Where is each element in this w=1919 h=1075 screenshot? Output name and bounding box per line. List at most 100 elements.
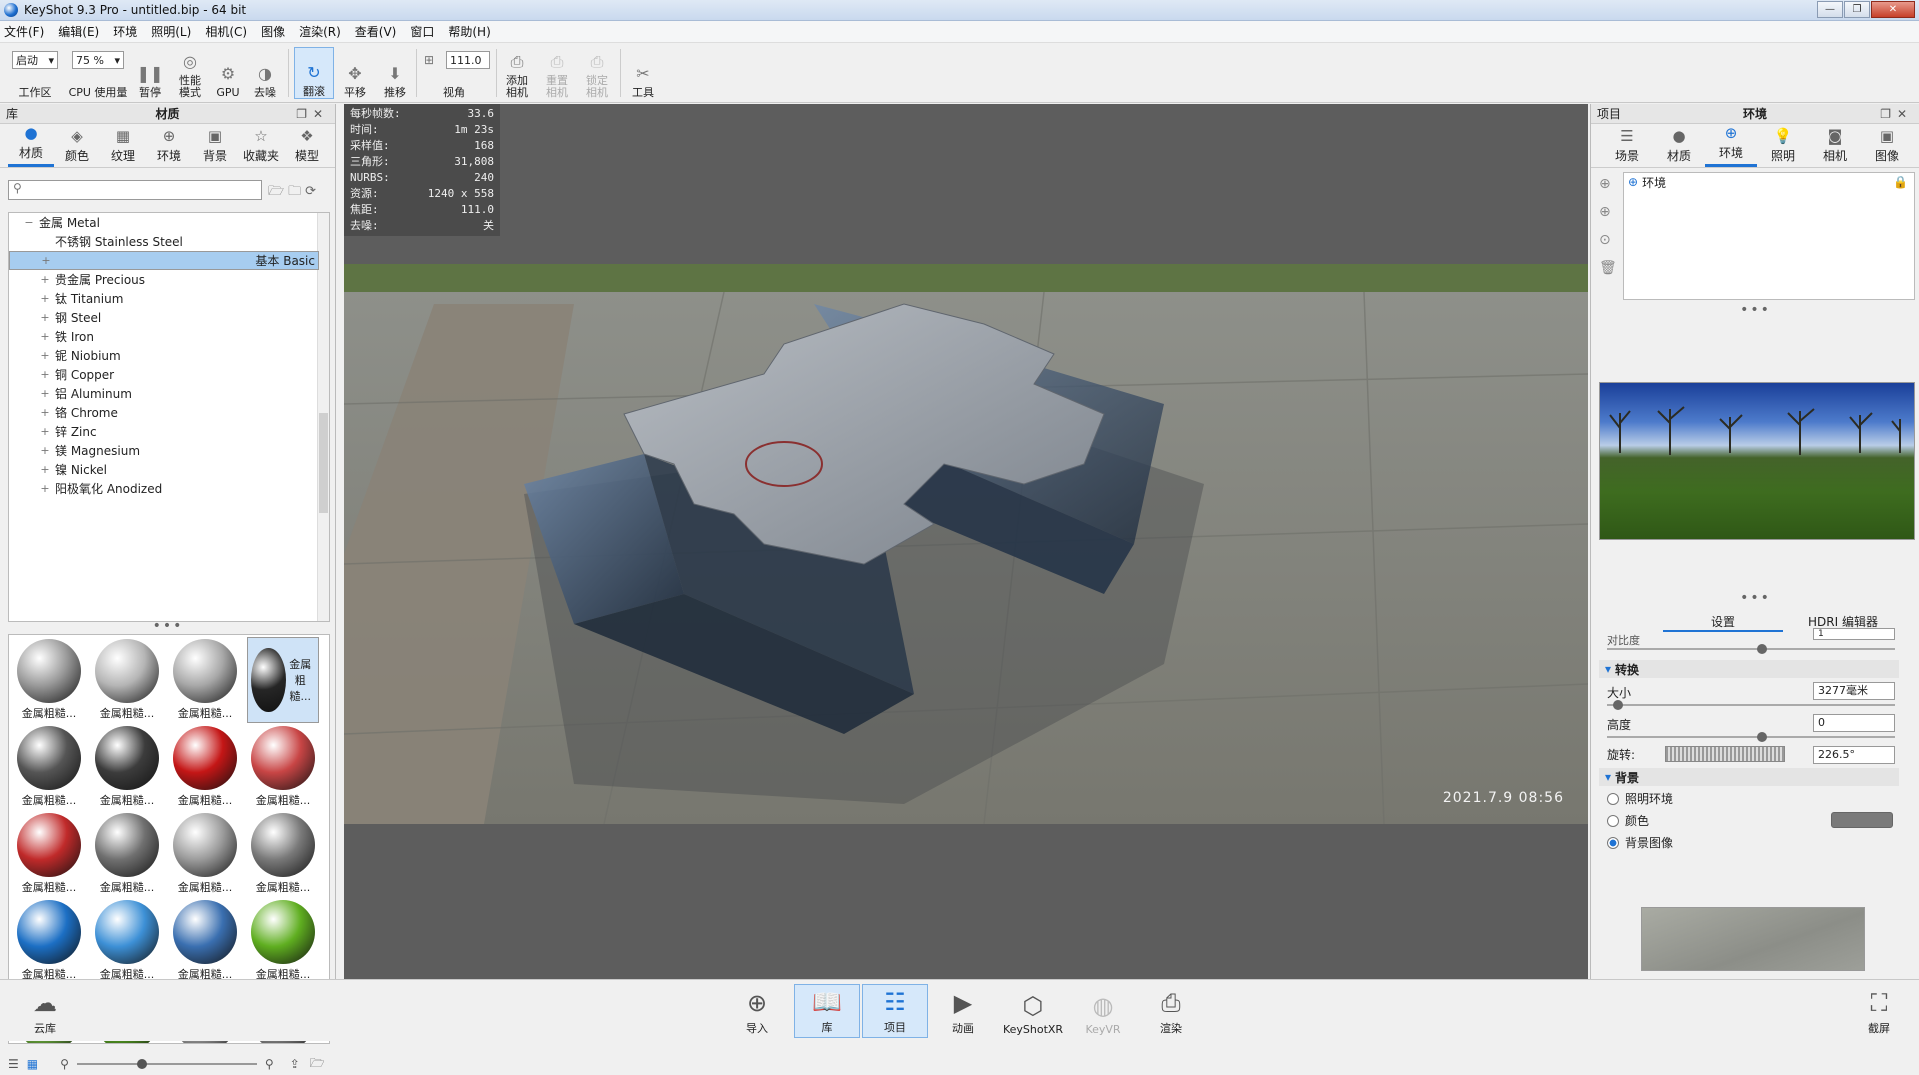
upload-icon[interactable]: ⇪ bbox=[290, 1057, 300, 1071]
expand-icon[interactable]: + bbox=[39, 330, 51, 343]
collapse-icon[interactable]: − bbox=[23, 216, 35, 229]
panel-float-close-icons[interactable]: ❐✕ bbox=[1880, 107, 1913, 121]
tumble-button[interactable]: ↻ 翻滚 bbox=[294, 47, 334, 99]
material-thumbnail[interactable]: 金属粗糙... bbox=[247, 724, 319, 810]
material-thumbnail[interactable]: 金属粗糙... bbox=[13, 898, 85, 984]
tree-item[interactable]: + 锌 Zinc bbox=[9, 422, 329, 441]
tools-button[interactable]: ✂ 工具 bbox=[626, 47, 660, 99]
grid-view-icon[interactable]: ▦ bbox=[27, 1057, 38, 1071]
tree-item[interactable]: + 基本 Basic bbox=[9, 251, 319, 270]
slider-knob[interactable] bbox=[1757, 732, 1767, 742]
folder-icon[interactable]: 🗁 bbox=[310, 1054, 325, 1075]
tab-lighting[interactable]: 💡 照明 bbox=[1757, 127, 1809, 167]
tab-models[interactable]: ❖ 模型 bbox=[284, 127, 330, 167]
library-search-input[interactable]: ⚲ bbox=[8, 180, 262, 200]
height-input[interactable]: 0 bbox=[1813, 714, 1895, 732]
menu-help[interactable]: 帮助(H) bbox=[448, 23, 490, 40]
lock-camera-button[interactable]: ⎙ 锁定 相机 bbox=[580, 47, 614, 99]
folder-icons[interactable]: 🗁🗀⟳ bbox=[268, 182, 320, 204]
material-thumbnail[interactable]: 金属粗糙... bbox=[91, 811, 163, 897]
rotation-input[interactable]: 226.5° bbox=[1813, 746, 1895, 764]
background-section-header[interactable]: ▾ 背景 bbox=[1599, 768, 1899, 786]
lock-icon[interactable]: 🔒 bbox=[1893, 175, 1908, 189]
library-toggle-button[interactable]: 📖 库 bbox=[794, 984, 860, 1038]
tree-item[interactable]: + 镁 Magnesium bbox=[9, 441, 329, 460]
material-thumbnail[interactable]: 金属粗糙... bbox=[169, 724, 241, 810]
tree-item[interactable]: − 金属 Metal bbox=[9, 213, 329, 232]
menu-image[interactable]: 图像 bbox=[261, 23, 285, 40]
expand-icon[interactable]: + bbox=[39, 482, 51, 495]
add-camera-button[interactable]: ⎙ 添加 相机 bbox=[500, 47, 534, 99]
size-input[interactable]: 3277毫米 bbox=[1813, 682, 1895, 700]
radio-backplate-image[interactable]: 背景图像 bbox=[1607, 834, 1673, 851]
radio-lighting-environment[interactable]: 照明环境 bbox=[1607, 790, 1673, 807]
hdri-preview[interactable] bbox=[1599, 382, 1915, 540]
menu-view[interactable]: 查看(V) bbox=[355, 23, 397, 40]
tab-camera[interactable]: ◙ 相机 bbox=[1809, 127, 1861, 167]
tree-item[interactable]: + 铜 Copper bbox=[9, 365, 329, 384]
render-button[interactable]: ⎙ 渲染 bbox=[1138, 984, 1204, 1038]
material-thumbnail[interactable]: 金属粗糙... bbox=[247, 898, 319, 984]
material-thumbnail[interactable]: 金属粗糙... bbox=[91, 637, 163, 723]
environment-list-item[interactable]: ⊕ 环境 🔒 bbox=[1624, 173, 1914, 191]
transform-section-header[interactable]: ▾ 转换 bbox=[1599, 660, 1899, 678]
material-thumbnail[interactable]: 金属粗糙... bbox=[91, 724, 163, 810]
reset-camera-button[interactable]: ⎙ 重置 相机 bbox=[540, 47, 574, 99]
menu-camera[interactable]: 相机(C) bbox=[205, 23, 247, 40]
expand-icon[interactable]: + bbox=[39, 311, 51, 324]
tree-item[interactable]: + 钛 Titanium bbox=[9, 289, 329, 308]
slider-knob[interactable] bbox=[1613, 700, 1623, 710]
expand-icon[interactable]: + bbox=[39, 387, 51, 400]
menu-render[interactable]: 渲染(R) bbox=[299, 23, 341, 40]
tab-material[interactable]: ● 材质 bbox=[1653, 127, 1705, 167]
expand-icon[interactable]: + bbox=[39, 425, 51, 438]
splitter-handle[interactable]: ••• bbox=[1591, 591, 1919, 605]
material-thumbnail[interactable]: 金属粗糙... bbox=[13, 637, 85, 723]
contrast-slider[interactable] bbox=[1607, 644, 1895, 654]
background-color-swatch[interactable] bbox=[1831, 812, 1893, 828]
expand-icon[interactable]: + bbox=[39, 349, 51, 362]
material-thumbnail[interactable]: 金属粗糙... bbox=[91, 898, 163, 984]
keyshotxr-button[interactable]: ⬡ KeyShotXR bbox=[1000, 984, 1066, 1038]
duplicate-environment-icon[interactable]: ⊕ bbox=[1599, 204, 1611, 220]
backplate-thumbnail[interactable] bbox=[1641, 907, 1865, 971]
menu-environment[interactable]: 环境 bbox=[113, 23, 137, 40]
tab-materials[interactable]: ● 材质 bbox=[8, 124, 54, 167]
screenshot-button[interactable]: ⛶ 截屏 bbox=[1846, 984, 1912, 1038]
material-thumbnail[interactable]: 金属粗糙... bbox=[247, 637, 319, 723]
tree-item[interactable]: + 铬 Chrome bbox=[9, 403, 329, 422]
list-view-icon[interactable]: ☰ bbox=[8, 1057, 19, 1071]
tab-colors[interactable]: ◈ 颜色 bbox=[54, 127, 100, 167]
expand-icon[interactable]: + bbox=[40, 254, 52, 267]
tree-item[interactable]: + 铁 Iron bbox=[9, 327, 329, 346]
tree-item[interactable]: + 铌 Niobium bbox=[9, 346, 329, 365]
environment-settings-icon[interactable]: ⊙ bbox=[1599, 232, 1611, 248]
import-button[interactable]: ⊕ 导入 bbox=[724, 984, 790, 1038]
maximize-button[interactable]: ❐ bbox=[1844, 1, 1870, 18]
subtab-settings[interactable]: 设置 bbox=[1663, 612, 1783, 632]
minimize-button[interactable]: — bbox=[1817, 1, 1843, 18]
menu-file[interactable]: 文件(F) bbox=[4, 23, 44, 40]
tree-item[interactable]: + 贵金属 Precious bbox=[9, 270, 329, 289]
tree-item[interactable]: + 钢 Steel bbox=[9, 308, 329, 327]
material-thumbnail[interactable]: 金属粗糙... bbox=[13, 811, 85, 897]
expand-icon[interactable]: + bbox=[39, 406, 51, 419]
menu-window[interactable]: 窗口 bbox=[410, 23, 434, 40]
tab-textures[interactable]: ▦ 纹理 bbox=[100, 127, 146, 167]
tab-scene[interactable]: ☰ 场景 bbox=[1601, 127, 1653, 167]
menu-edit[interactable]: 编辑(E) bbox=[58, 23, 99, 40]
tab-image[interactable]: ▣ 图像 bbox=[1861, 127, 1913, 167]
slider-knob[interactable] bbox=[1757, 644, 1767, 654]
height-slider[interactable] bbox=[1607, 732, 1895, 742]
slider-knob[interactable] bbox=[136, 1059, 147, 1069]
tree-item[interactable]: 不锈钢 Stainless Steel bbox=[9, 232, 329, 251]
panel-float-close-icons[interactable]: ❐✕ bbox=[296, 107, 329, 121]
denoise-button[interactable]: ◑ 去噪 bbox=[248, 47, 282, 99]
gpu-button[interactable]: ⚙ GPU bbox=[212, 47, 244, 99]
tree-scrollbar[interactable] bbox=[317, 213, 329, 621]
splitter-handle[interactable]: ••• bbox=[1591, 303, 1919, 317]
rotation-dial[interactable] bbox=[1665, 746, 1785, 762]
splitter-handle[interactable]: ••• bbox=[0, 619, 336, 633]
contrast-input[interactable]: 1 bbox=[1813, 628, 1895, 640]
add-environment-icon[interactable]: ⊕ bbox=[1599, 176, 1611, 192]
